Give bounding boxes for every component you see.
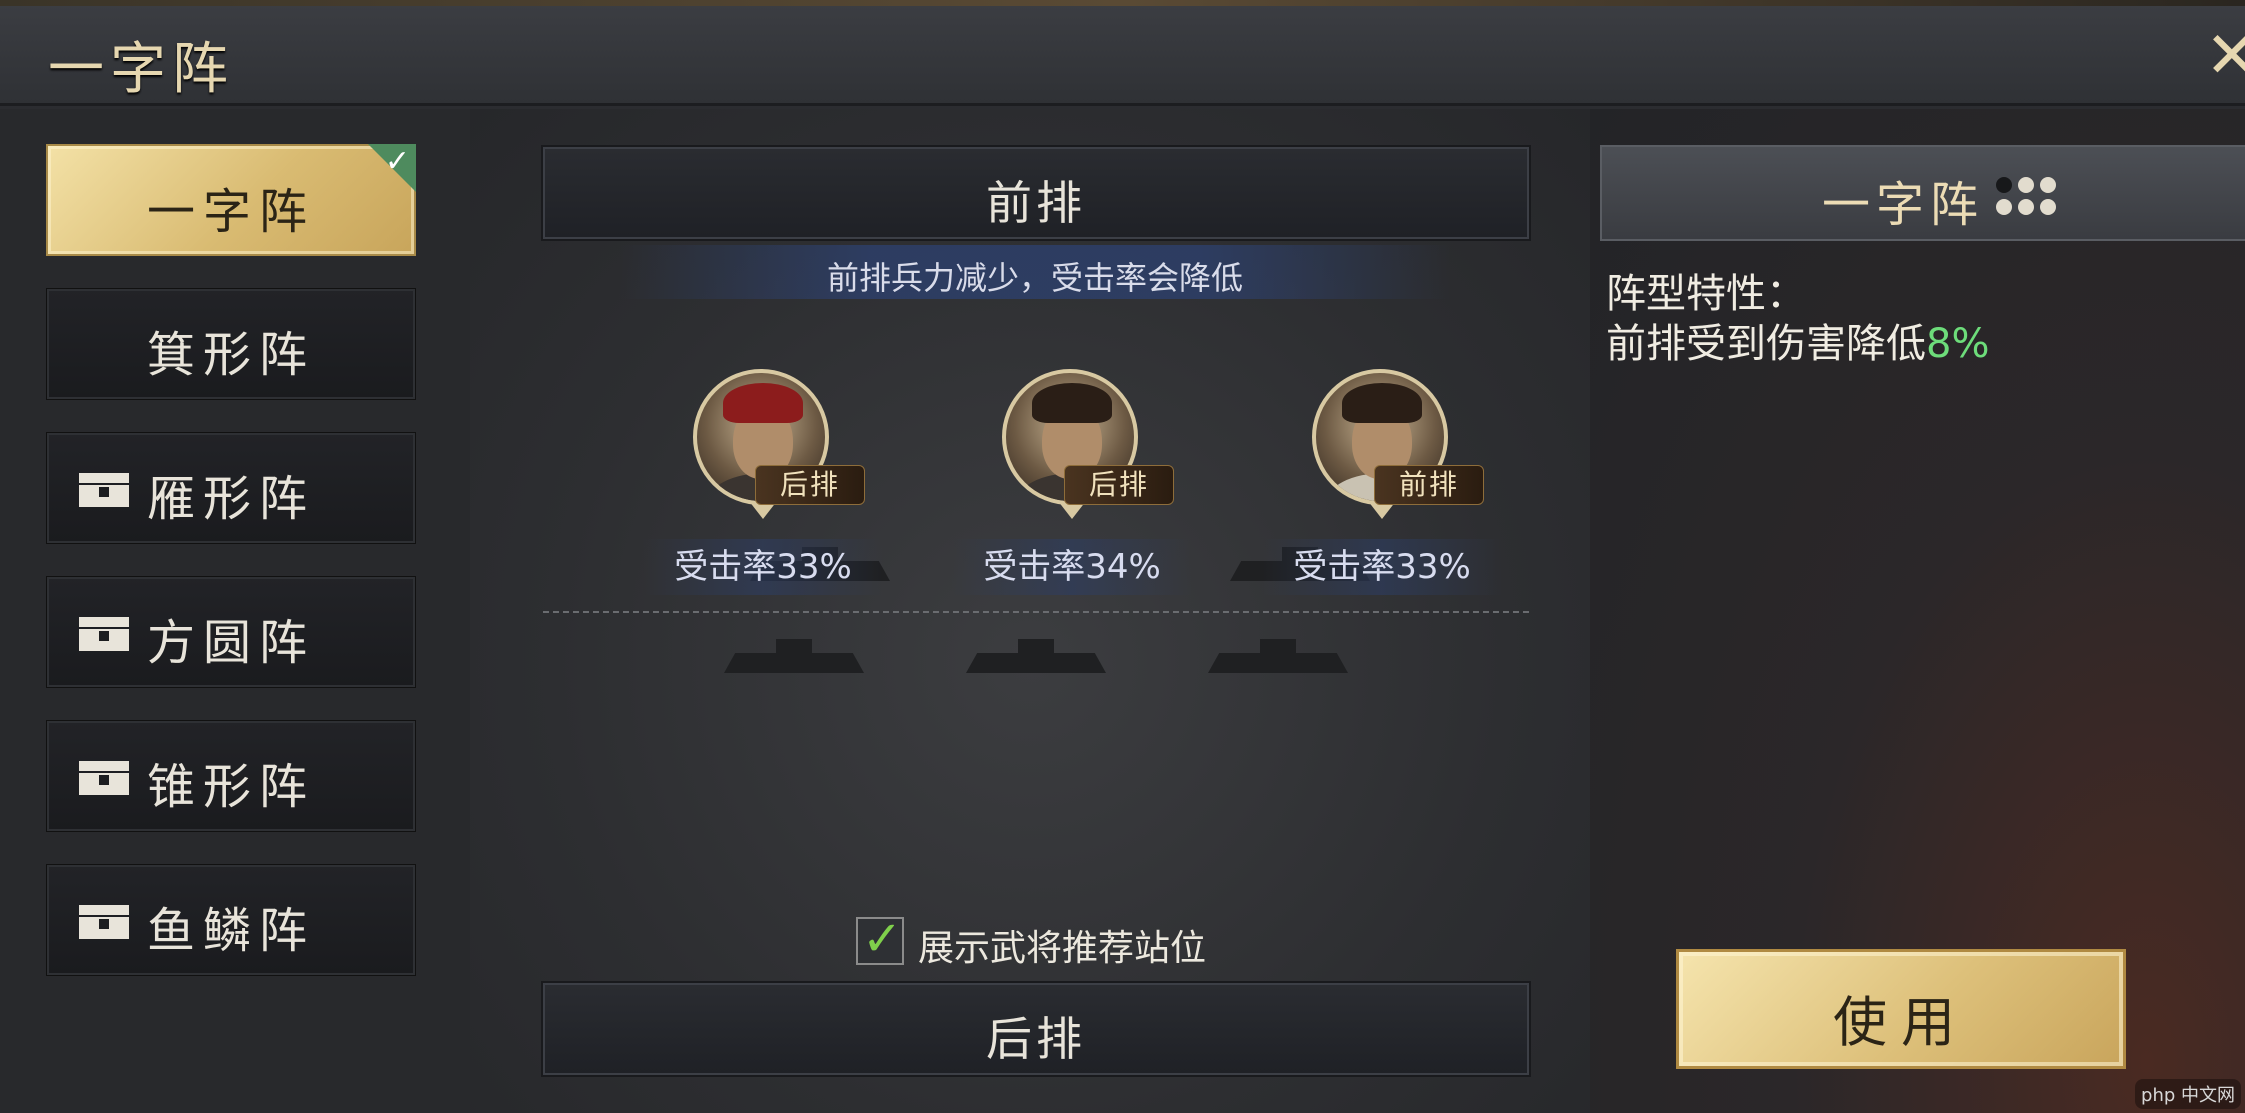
hero-hit-rate: 受击率34% xyxy=(952,539,1192,595)
formation-item-yan[interactable]: 雁形阵 xyxy=(46,432,416,544)
detail-formation-name: 一字阵 xyxy=(1822,177,1985,233)
front-row-header: 前排 xyxy=(543,147,1529,239)
title-bar: 一字阵 ✕ xyxy=(0,6,2245,106)
formation-dot-pattern xyxy=(1994,175,2060,219)
detail-header: 一字阵 xyxy=(1600,145,2245,241)
hero-hit-rate: 受击率33% xyxy=(643,539,883,595)
formation-label: 一字阵 xyxy=(146,184,315,240)
back-row-header: 后排 xyxy=(543,983,1529,1075)
watermark: php 中文网 xyxy=(2135,1079,2241,1109)
formation-sidebar: 一字阵 ✓ 箕形阵 雁形阵 方圆阵 锥形阵 鱼鳞阵 xyxy=(0,109,470,1113)
close-icon[interactable]: ✕ xyxy=(2205,24,2245,94)
properties-value: 8% xyxy=(1926,321,1990,367)
properties-title: 阵型特性： xyxy=(1606,271,1806,317)
formation-item-yulin[interactable]: 鱼鳞阵 xyxy=(46,864,416,976)
hero-row-tag: 后排 xyxy=(1064,465,1174,505)
properties-line: 前排受到伤害降低8% xyxy=(1606,319,1989,369)
hero-row-tag: 后排 xyxy=(755,465,865,505)
window-title: 一字阵 xyxy=(48,37,234,102)
use-button-label: 使用 xyxy=(1833,991,1969,1054)
formation-label: 箕形阵 xyxy=(146,327,315,383)
formation-item-ji[interactable]: 箕形阵 xyxy=(46,288,416,400)
formation-label: 方圆阵 xyxy=(147,615,316,671)
use-button[interactable]: 使用 xyxy=(1676,949,2126,1069)
lock-chest-icon xyxy=(79,617,129,651)
formation-detail-panel: 一字阵 阵型特性： 前排受到伤害降低8% 使用 xyxy=(1590,109,2245,1113)
row-divider xyxy=(543,611,1529,613)
formation-label: 鱼鳞阵 xyxy=(147,903,316,959)
formation-item-fangyuan[interactable]: 方圆阵 xyxy=(46,576,416,688)
check-icon: ✓ xyxy=(384,144,410,179)
lock-chest-icon xyxy=(79,761,129,795)
show-recommend-label: 展示武将推荐站位 xyxy=(918,928,1207,969)
front-row-hint-text: 前排兵力减少，受击率会降低 xyxy=(826,259,1243,297)
formation-item-yizi[interactable]: 一字阵 ✓ xyxy=(46,144,416,256)
show-recommend-checkbox[interactable]: ✓ xyxy=(856,911,904,967)
front-row-hint: 前排兵力减少，受击率会降低 xyxy=(620,245,1450,299)
formation-label: 锥形阵 xyxy=(147,759,316,815)
lock-chest-icon xyxy=(79,473,129,507)
lock-chest-icon xyxy=(79,905,129,939)
properties-text: 前排受到伤害降低 xyxy=(1606,321,1926,367)
check-icon: ✓ xyxy=(862,911,903,967)
back-slot-marker xyxy=(1208,639,1348,673)
back-slot-marker xyxy=(724,639,864,673)
back-row-label: 后排 xyxy=(986,1012,1086,1066)
formation-board: 前排 前排兵力减少，受击率会降低 后排 受击率33% 后排 受击率34% 前排 … xyxy=(470,109,1590,1113)
formation-properties: 阵型特性： 前排受到伤害降低8% xyxy=(1606,269,1989,369)
back-slot-marker xyxy=(966,639,1106,673)
formation-label: 雁形阵 xyxy=(147,471,316,527)
hero-hit-rate: 受击率33% xyxy=(1262,539,1502,595)
front-row-label: 前排 xyxy=(986,176,1086,230)
hero-row-tag: 前排 xyxy=(1374,465,1484,505)
formation-item-zhui[interactable]: 锥形阵 xyxy=(46,720,416,832)
